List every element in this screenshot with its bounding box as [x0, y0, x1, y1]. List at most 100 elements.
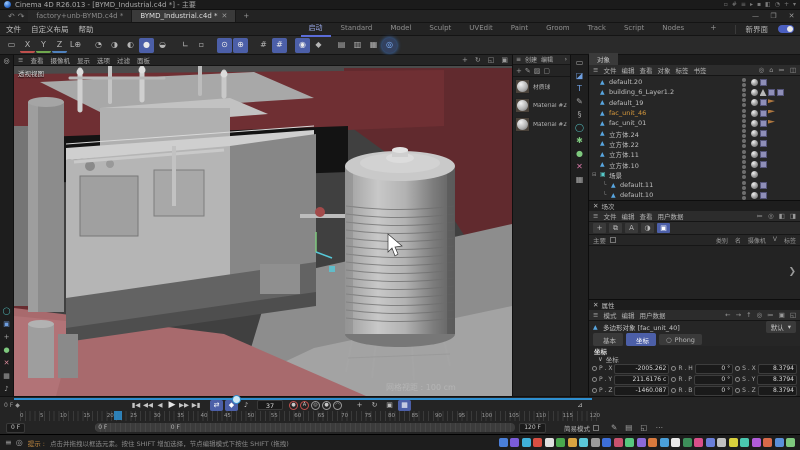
- sphere-tool-icon[interactable]: ●: [3, 347, 9, 354]
- quantize-icon[interactable]: ▫: [194, 38, 209, 53]
- tab-objects[interactable]: 对象: [589, 53, 618, 65]
- orbit-view-icon[interactable]: ↻: [475, 56, 481, 64]
- delete-tool-icon[interactable]: ✕: [4, 360, 10, 367]
- new-material-button[interactable]: +: [516, 67, 522, 75]
- object-name[interactable]: default.10: [620, 191, 653, 199]
- viewport-menu-item[interactable]: 查看: [30, 55, 43, 65]
- workplane-grid-icon[interactable]: ▦: [576, 176, 584, 184]
- material-thumbnail[interactable]: [515, 98, 530, 113]
- plugin-icon[interactable]: [671, 438, 680, 447]
- close-tab-icon[interactable]: ✕: [222, 12, 228, 20]
- maximize-button[interactable]: ❐: [765, 12, 782, 20]
- position-field[interactable]: 211.6176 c: [614, 375, 669, 385]
- plugin-icon[interactable]: [579, 438, 588, 447]
- rotation-field[interactable]: 0 °: [694, 386, 733, 396]
- normal-move-icon[interactable]: ◐: [123, 38, 138, 53]
- undo-icon[interactable]: ↶: [8, 12, 15, 21]
- workspace-tab[interactable]: Model: [382, 23, 419, 36]
- object-row[interactable]: ▲ 立方体.22: [589, 139, 800, 149]
- position-field[interactable]: -2005.262: [614, 364, 669, 374]
- flag-tag-icon[interactable]: [768, 110, 775, 117]
- cube-object-icon[interactable]: ◪: [576, 72, 584, 80]
- workplane-lock-icon[interactable]: ∟: [178, 38, 193, 53]
- material-item[interactable]: Material #2: [513, 96, 570, 115]
- mat-tag-icon[interactable]: [751, 161, 758, 168]
- prev-key-button[interactable]: ◀◀: [142, 400, 154, 410]
- tab-attributes[interactable]: 属性: [601, 300, 614, 310]
- search-tool-icon[interactable]: ◎: [3, 58, 9, 65]
- record-keyframe-button[interactable]: ●: [289, 401, 298, 410]
- object-row[interactable]: ▲ 立方体.24: [589, 128, 800, 138]
- auto-take-button[interactable]: A: [625, 223, 638, 233]
- poly-tag-icon[interactable]: [760, 182, 767, 189]
- material-item[interactable]: Material #2: [513, 115, 570, 134]
- menu-item[interactable]: 帮助: [79, 24, 94, 35]
- attribute-tab[interactable]: ○ Phong: [659, 334, 702, 345]
- render-to-pv-button[interactable]: ▥: [350, 38, 365, 53]
- expand-arrow-icon[interactable]: ❯: [788, 267, 796, 277]
- console-icon[interactable]: ◎: [16, 438, 23, 447]
- visibility-toggles[interactable]: [742, 181, 746, 190]
- viewport-menu-item[interactable]: 选项: [97, 55, 110, 65]
- viewport-menu-item[interactable]: 面板: [137, 55, 150, 65]
- object-name[interactable]: fac_unit_46: [609, 109, 646, 117]
- frame-select-icon[interactable]: ▭: [576, 59, 584, 67]
- workspace-tab[interactable]: Nodes: [654, 23, 692, 36]
- keyframe-circle-icon[interactable]: [735, 377, 740, 382]
- keyframe-circle-icon[interactable]: [671, 366, 676, 371]
- snap-settings-icon[interactable]: ⊕: [233, 38, 248, 53]
- text-object-icon[interactable]: T: [577, 85, 582, 93]
- materials-menu-item[interactable]: 创建: [525, 55, 537, 64]
- mograph-icon[interactable]: ◆: [311, 38, 326, 53]
- rotation-field[interactable]: 0 °: [694, 375, 733, 385]
- collapse-caret-icon[interactable]: ∨: [598, 355, 603, 363]
- poly-tag-icon[interactable]: [777, 89, 784, 96]
- menu-item[interactable]: 自定义布局: [31, 24, 69, 35]
- plugin-icon[interactable]: [637, 438, 646, 447]
- material-thumbnail[interactable]: [515, 117, 530, 132]
- keyframe-circle-icon[interactable]: [592, 388, 597, 393]
- titlebar-icon[interactable]: ◔: [775, 1, 780, 8]
- object-name[interactable]: default.20: [609, 78, 642, 86]
- scale-field[interactable]: 8.3794: [758, 364, 797, 374]
- search-icon[interactable]: ◎: [757, 311, 763, 319]
- plugin-icon[interactable]: [556, 438, 565, 447]
- interactive-render-button[interactable]: ◎: [382, 38, 397, 53]
- group-title[interactable]: 坐标: [606, 354, 619, 364]
- override-button[interactable]: ◑: [641, 223, 654, 233]
- object-name[interactable]: fac_unit_01: [609, 119, 646, 127]
- mat-tag-icon[interactable]: [751, 182, 758, 189]
- plugin-icon[interactable]: [763, 438, 772, 447]
- object-row[interactable]: ▲ 立方体.10: [589, 159, 800, 169]
- snap-keys-icon[interactable]: ▦: [398, 400, 411, 411]
- poly-tag-icon[interactable]: [760, 130, 767, 137]
- frame-slider[interactable]: [14, 398, 592, 400]
- plugin-icon[interactable]: [614, 438, 623, 447]
- filter-icon[interactable]: ≔: [778, 66, 785, 74]
- workspace-tab[interactable]: Paint: [503, 23, 536, 36]
- record-scale-button[interactable]: ●: [322, 401, 331, 410]
- menu-icon[interactable]: ≡: [5, 438, 12, 447]
- new-document-tab-button[interactable]: +: [236, 10, 256, 22]
- mat-tag-icon[interactable]: [751, 120, 758, 127]
- filter-icon[interactable]: ≔: [757, 212, 764, 220]
- render-view-button[interactable]: ▤: [334, 38, 349, 53]
- forward-icon[interactable]: →: [736, 311, 741, 319]
- plugin-icon[interactable]: [706, 438, 715, 447]
- titlebar-icon[interactable]: ▫: [724, 1, 728, 8]
- visibility-toggles[interactable]: [742, 150, 746, 159]
- attributes-menu-item[interactable]: 模式: [603, 310, 616, 320]
- objects-menu-item[interactable]: 文件: [603, 65, 616, 75]
- visibility-toggles[interactable]: [742, 78, 746, 87]
- keyframe-circle-icon[interactable]: [735, 388, 740, 393]
- keyframe-circle-icon[interactable]: [671, 377, 676, 382]
- tab-takes[interactable]: 场次: [601, 201, 614, 211]
- preset-dropdown[interactable]: 默认 ▾: [766, 321, 796, 333]
- plugin-icon[interactable]: [499, 438, 508, 447]
- grid-tool-icon[interactable]: ▦: [3, 373, 10, 380]
- titlebar-icon[interactable]: ≡: [741, 1, 746, 8]
- modeling-axis-icon[interactable]: ◔: [91, 38, 106, 53]
- flag-tag-icon[interactable]: [768, 120, 775, 127]
- visibility-toggles[interactable]: [742, 191, 746, 200]
- object-name[interactable]: 立方体.22: [609, 139, 639, 149]
